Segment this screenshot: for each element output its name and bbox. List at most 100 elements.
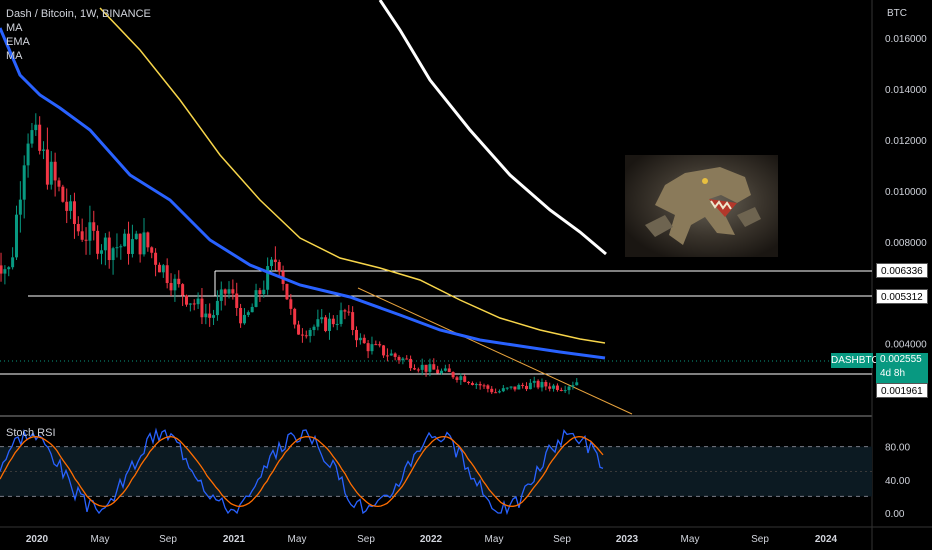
candle-body [57,180,61,187]
candle-body [509,386,513,388]
candle-body [127,233,131,254]
time-tick: May [288,534,307,545]
candle-body [470,383,474,385]
candle-body [312,326,316,331]
candle-body [262,289,266,295]
candle-body [497,391,501,393]
candle-body [219,289,223,301]
indicator-ema[interactable]: EMA [6,35,151,49]
candle-body [528,382,532,390]
candle-body [385,355,389,357]
time-tick: May [681,534,700,545]
candle-body [239,307,243,324]
candle-body [204,313,208,318]
candle-body [154,252,158,265]
candle-body [540,382,544,388]
candle-body [246,312,250,315]
candle-body [76,223,80,232]
candle-body [378,344,382,346]
candle-body [416,369,420,371]
candle-body [250,306,254,313]
price-tick: 0.010000 [885,187,927,198]
candle-body [397,356,401,361]
rsi-title[interactable]: Stoch RSI [6,427,56,439]
candle-body [420,364,424,370]
candle-body [188,303,192,305]
price-chart[interactable]: 0.016000 0.014000 0.012000 0.010000 0.008000… [0,0,932,550]
candle-body [362,337,366,344]
candle-body [177,278,181,285]
time-tick: Sep [159,534,177,545]
candle-body [242,314,246,324]
candle-body [72,201,76,224]
candle-body [146,232,150,248]
candle-body [130,239,134,254]
candle-body [467,381,471,384]
candle-body [443,368,447,371]
candle-body [347,311,351,313]
candle-body [563,390,567,392]
candle-body [119,246,123,248]
candle-body [389,353,393,356]
candle-body [517,384,521,390]
candle-body [521,384,525,386]
candle-body [138,233,142,255]
candle-body [270,259,274,267]
candle-body [327,318,331,331]
time-tick: 2020 [26,534,49,545]
candle-body [61,186,65,202]
candle-body [571,385,575,387]
level-label-mid: 0.005312 [876,289,928,304]
candle-body [7,267,11,270]
time-tick: May [91,534,110,545]
candle-body [374,344,378,346]
candle-body [494,392,498,394]
candle-body [401,358,405,361]
indicator-ma-1[interactable]: MA [6,21,151,35]
indicator-ma-2[interactable]: MA [6,49,151,63]
candle-body [544,382,548,387]
time-tick: Sep [357,534,375,545]
rsi-tick: 0.00 [885,509,905,520]
candle-body [103,237,107,251]
candle-body [316,319,320,327]
current-price-tag: 0.002555 4d 8h [876,353,928,383]
candle-body [455,377,459,380]
candle-body [412,368,416,370]
candle-body [358,337,362,341]
candle-body [26,143,30,166]
candle-body [161,265,165,273]
candle-body [231,289,235,294]
candle-body [555,385,559,390]
candle-body [355,329,359,341]
bar-countdown: 4d 8h [880,368,906,379]
ma-white-line [378,0,607,256]
time-tick: May [485,534,504,545]
candle-body [11,257,15,268]
candle-body [351,312,355,330]
symbol-title[interactable]: Dash / Bitcoin, 1W, BINANCE [6,7,151,21]
candle-body [200,298,204,318]
candle-body [115,247,119,249]
dinosaur-image [625,155,778,257]
time-tick: Sep [751,534,769,545]
candle-body [293,308,297,325]
candle-body [42,149,46,151]
candle-body [92,222,96,231]
candle-body [84,239,88,241]
candle-body [181,284,185,296]
trendline [357,287,633,415]
dinosaur-illustration [645,167,761,245]
candle-body [432,364,436,370]
candle-body [215,300,219,316]
level-label-low: 0.001961 [876,383,928,398]
candle-body [88,222,92,241]
candle-body [536,380,540,388]
candle-body [107,237,111,261]
ma-blue-line [0,27,606,360]
candle-body [150,247,154,253]
candle-body [428,364,432,372]
candle-body [169,283,173,291]
time-tick: 2024 [815,534,838,545]
candle-body [208,313,212,318]
